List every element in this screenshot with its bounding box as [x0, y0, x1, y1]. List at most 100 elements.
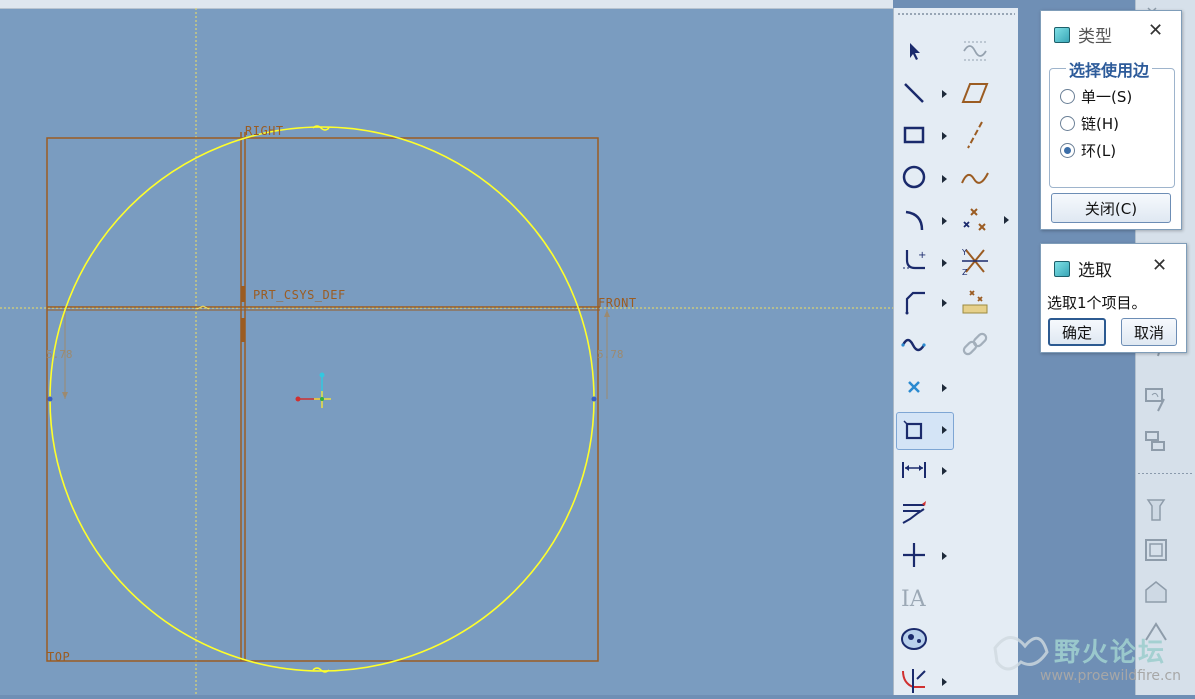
constraint-tool[interactable] [899, 540, 929, 570]
inspect-icon [963, 41, 987, 61]
layout-icon [1145, 431, 1165, 451]
rectangle-tool-flyout-arrow[interactable] [942, 132, 947, 140]
watermark-logo-icon [993, 636, 1049, 671]
right-datum-label: RIGHT [245, 124, 284, 138]
text-icon: IA [901, 587, 927, 610]
inspect-tool[interactable] [960, 36, 990, 66]
dimension-tool-flyout-arrow[interactable] [942, 467, 947, 475]
measure-icon [962, 290, 988, 314]
type-dialog-title[interactable]: 类型 [1054, 22, 1112, 47]
draft-icon [1145, 581, 1167, 603]
constraint-tool-flyout-arrow[interactable] [942, 552, 947, 560]
svg-text:Y: Y [961, 248, 967, 257]
parallelogram-tool[interactable] [960, 78, 990, 108]
dim-arrow-left [62, 392, 68, 399]
chain-link-icon [962, 332, 988, 356]
circle-tool[interactable] [899, 162, 929, 192]
arc-tool-flyout-arrow[interactable] [942, 217, 947, 225]
right-toolbar-grip[interactable] [1137, 472, 1193, 475]
right-tool-4[interactable] [1140, 494, 1172, 526]
select-tool[interactable] [899, 36, 929, 66]
csys-origin [320, 397, 324, 401]
modify-tool[interactable] [899, 498, 929, 528]
chain-link-tool[interactable] [960, 330, 990, 360]
watermark-text: 野火论坛 [1054, 638, 1167, 668]
arc-icon [905, 210, 924, 231]
circle-point-left [47, 396, 53, 402]
point-tool-flyout-arrow[interactable] [942, 384, 947, 392]
csys-x-tip [295, 396, 301, 402]
svg-text:+: + [918, 250, 926, 261]
right-tool-6[interactable] [1140, 576, 1172, 608]
curve-tool[interactable] [960, 162, 990, 192]
right-tool-3[interactable] [1140, 426, 1172, 458]
select-dialog-close-icon[interactable]: ✕ [1152, 255, 1167, 276]
ok-button[interactable]: 确定 [1048, 318, 1106, 346]
points-tool[interactable] [960, 205, 990, 235]
rectangle-icon [903, 126, 925, 144]
point-icon [908, 381, 920, 393]
constraint-icon [903, 543, 925, 567]
chamfer-tool[interactable] [899, 287, 929, 317]
toolbar-grip[interactable] [897, 12, 1015, 16]
sketch-geometry [0, 8, 893, 695]
dimension-left[interactable]: 5.78 [46, 348, 73, 361]
option-chain[interactable]: 链(H) [1060, 113, 1119, 134]
palette-tool[interactable] [899, 624, 929, 654]
trim-icon [902, 669, 926, 693]
circle-tool-flyout-arrow[interactable] [942, 175, 947, 183]
type-dialog-title-text: 类型 [1078, 27, 1112, 47]
radio-chain[interactable] [1060, 116, 1075, 131]
select-message: 选取1个项目。 [1047, 294, 1147, 312]
sketch-plane-icon [1145, 388, 1165, 412]
trim-tool[interactable] [899, 664, 929, 694]
arc-tool[interactable] [899, 205, 929, 235]
centerline-icon [967, 121, 983, 149]
circle-icon [902, 165, 926, 189]
text-tool[interactable]: IA [899, 582, 929, 612]
radio-single[interactable] [1060, 89, 1075, 104]
radio-loop[interactable] [1060, 143, 1075, 158]
intersect-icon: YZ [961, 248, 988, 276]
shell-icon [1145, 539, 1167, 561]
dim-arrow-right [604, 310, 610, 317]
cancel-button[interactable]: 取消 [1121, 318, 1177, 346]
right-tool-2[interactable] [1140, 383, 1172, 415]
modify-icon [902, 501, 926, 524]
trim-tool-flyout-arrow[interactable] [942, 678, 947, 686]
option-single[interactable]: 单一(S) [1060, 86, 1132, 107]
use-edge-flyout-arrow[interactable] [942, 426, 947, 434]
extrude-icon [1146, 499, 1166, 521]
select-dialog-title[interactable]: 选取 [1054, 256, 1112, 281]
option-single-label: 单一(S) [1081, 88, 1133, 106]
option-loop[interactable]: 环(L) [1060, 140, 1116, 161]
fillet-tool[interactable]: + [899, 246, 929, 276]
palette-icon [901, 628, 927, 650]
dialog-cube-icon [1054, 26, 1070, 43]
spline-icon [901, 338, 926, 352]
watermark-url: www.proewildfire.cn [1040, 668, 1182, 684]
line-tool-flyout-arrow[interactable] [942, 90, 947, 98]
type-dialog-close-icon[interactable]: ✕ [1148, 20, 1163, 41]
dimension-right[interactable]: 5.78 [597, 348, 624, 361]
right-tool-5[interactable] [1140, 534, 1172, 566]
spline-tool[interactable] [899, 330, 929, 360]
line-icon [904, 83, 924, 103]
dimension-tool[interactable] [899, 455, 929, 485]
csys-label: PRT_CSYS_DEF [253, 288, 346, 302]
dimension-icon [902, 462, 926, 478]
rectangle-tool[interactable] [899, 120, 929, 150]
measure-tool[interactable] [960, 287, 990, 317]
chamfer-tool-flyout-arrow[interactable] [942, 299, 947, 307]
circle-point-right [591, 396, 597, 402]
points-tool-flyout-arrow[interactable] [1004, 216, 1009, 224]
edge-type-group-label: 选择使用边 [1066, 57, 1153, 81]
parallelogram-icon [961, 83, 989, 103]
point-tool[interactable] [899, 372, 929, 402]
fillet-tool-flyout-arrow[interactable] [942, 259, 947, 267]
centerline-tool[interactable] [960, 120, 990, 150]
top-datum-label: TOP [47, 650, 71, 664]
line-tool[interactable] [899, 78, 929, 108]
close-button[interactable]: 关闭(C) [1051, 193, 1171, 223]
intersect-tool[interactable]: YZ [960, 246, 990, 276]
